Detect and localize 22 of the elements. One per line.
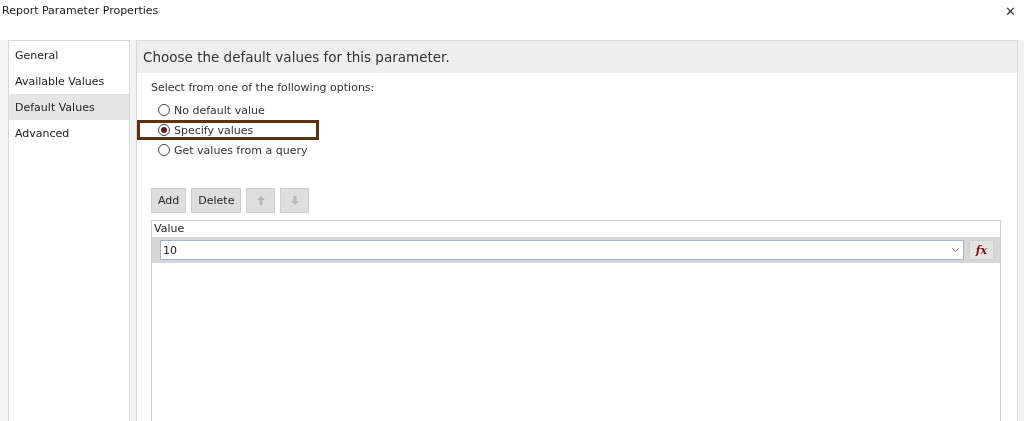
value-combobox[interactable]: 10 [160, 240, 964, 260]
sidebar-item[interactable]: Available Values [9, 68, 129, 94]
toolbar-button[interactable]: Delete [191, 188, 242, 213]
sidebar-item[interactable]: General [9, 42, 129, 68]
sidebar-item[interactable]: Default Values [9, 94, 129, 120]
value-text: 10 [163, 243, 177, 257]
options-prompt: Select from one of the following options: [151, 81, 376, 94]
window-title: Report Parameter Properties [2, 4, 159, 17]
page-header: Choose the default values for this parameter. [137, 41, 1017, 73]
column-header: Value [153, 221, 186, 237]
sidebar-item[interactable]: Advanced [9, 120, 129, 146]
radio-option[interactable]: Get values from a query [137, 140, 1001, 160]
radio-option[interactable]: No default value [137, 100, 1001, 120]
option-label: Specify values [174, 123, 254, 137]
chevron-down-icon [952, 248, 959, 252]
expression-button[interactable]: fx [969, 240, 994, 260]
close-button[interactable]: ✕ [1005, 4, 1016, 19]
option-label: No default value [174, 103, 265, 117]
toolbar-button[interactable]: Add [151, 188, 187, 213]
option-label: Get values from a query [174, 143, 308, 157]
up-arrow-icon [256, 196, 265, 205]
down-arrow-icon [290, 196, 299, 205]
